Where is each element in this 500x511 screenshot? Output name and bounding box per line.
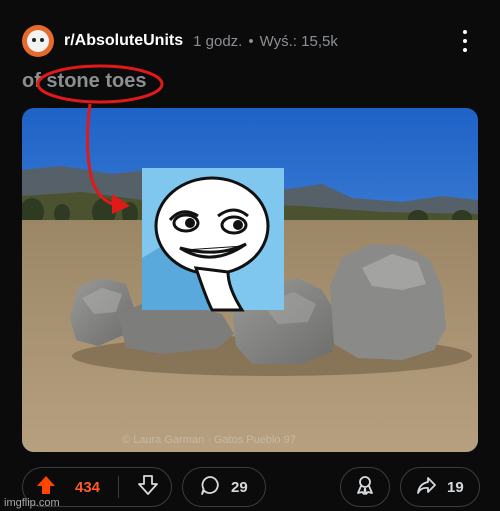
vote-divider: [118, 476, 119, 498]
comments-button[interactable]: 29: [182, 467, 266, 507]
watermark: imgflip.com: [4, 497, 60, 509]
downvote-arrow-icon[interactable]: [137, 474, 159, 500]
post-title[interactable]: of stone toes: [22, 70, 146, 93]
share-count: 19: [447, 478, 464, 496]
post-action-bar: 434 29 19: [22, 466, 482, 508]
subreddit-avatar-icon[interactable]: [22, 25, 54, 57]
share-button[interactable]: 19: [400, 467, 480, 507]
vote-score: 434: [74, 478, 101, 496]
comment-count: 29: [231, 478, 248, 496]
post-image[interactable]: © Laura Garman · Gatos Pueblo 97: [22, 108, 478, 452]
view-count: Wyś.: 15,5k: [259, 32, 338, 50]
subreddit-name[interactable]: r/AbsoluteUnits: [64, 32, 183, 50]
award-button[interactable]: [340, 467, 390, 507]
comment-bubble-icon: [199, 474, 221, 500]
award-icon: [354, 474, 376, 500]
post-header: r/AbsoluteUnits 1 godz. • Wyś.: 15,5k: [22, 24, 482, 58]
meta-separator: •: [248, 32, 254, 50]
share-arrow-icon: [415, 474, 437, 500]
post-meta: 1 godz. • Wyś.: 15,5k: [193, 33, 338, 50]
image-caption: © Laura Garman · Gatos Pueblo 97: [122, 434, 296, 446]
post-time: 1 godz.: [193, 32, 243, 50]
more-options-icon[interactable]: [460, 30, 470, 52]
